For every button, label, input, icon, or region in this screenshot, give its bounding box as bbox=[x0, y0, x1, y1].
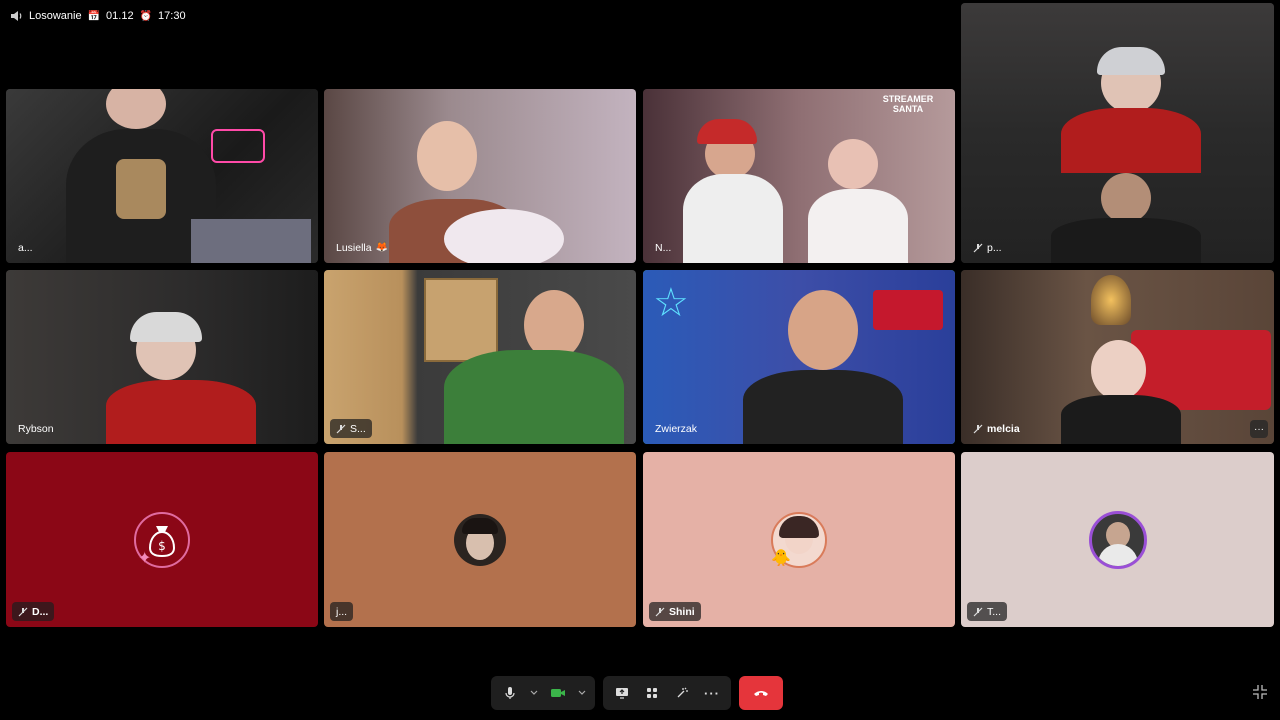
grid-icon bbox=[647, 688, 657, 698]
participant-nametag: melcia bbox=[967, 419, 1026, 438]
video-tile-p[interactable]: p... bbox=[961, 3, 1274, 263]
video-feed bbox=[6, 89, 318, 263]
participant-nametag: T... bbox=[967, 602, 1008, 621]
video-tile-melcia[interactable]: melcia ··· bbox=[961, 270, 1274, 444]
participant-avatar bbox=[454, 513, 506, 566]
participant-name: Rybson bbox=[18, 422, 54, 435]
participant-name: j... bbox=[336, 605, 348, 618]
video-tile-n[interactable]: STREAMER SANTA N... bbox=[643, 89, 955, 263]
chevron-down-icon bbox=[578, 690, 586, 695]
sparkle-icon: ✦ bbox=[138, 550, 152, 567]
microphone-options-chevron[interactable] bbox=[527, 680, 541, 706]
participant-nametag: a... bbox=[12, 238, 39, 257]
muted-mic-icon bbox=[655, 607, 665, 617]
camera-options-chevron[interactable] bbox=[575, 680, 589, 706]
video-tile-lusiella[interactable]: Lusiella 🦊 bbox=[324, 89, 636, 263]
participant-name: Lusiella bbox=[336, 241, 372, 254]
participant-name: Shini bbox=[669, 605, 695, 618]
svg-text:$: $ bbox=[158, 539, 166, 553]
participant-nametag: D... bbox=[12, 602, 55, 621]
participant-avatar bbox=[1088, 510, 1147, 569]
participant-name: Zwierzak bbox=[655, 422, 698, 435]
share-screen-button[interactable] bbox=[609, 680, 635, 706]
phone-hangup-icon bbox=[754, 691, 768, 696]
audio-video-group bbox=[491, 676, 595, 710]
calendar-emoji: 📅 bbox=[87, 10, 101, 22]
participant-nametag: Lusiella 🦊 bbox=[330, 238, 394, 257]
effects-icon bbox=[677, 687, 688, 698]
participant-nametag: Zwierzak bbox=[649, 419, 703, 438]
exit-fullscreen-icon bbox=[1253, 685, 1267, 699]
actions-group: ··· bbox=[603, 676, 731, 710]
video-feed bbox=[961, 3, 1274, 263]
participant-name: a... bbox=[18, 241, 33, 254]
video-tile-s[interactable]: S... bbox=[324, 270, 636, 444]
muted-mic-icon bbox=[336, 424, 346, 434]
participant-name: D... bbox=[32, 605, 49, 618]
camera-button[interactable] bbox=[545, 680, 571, 706]
grid-layout-button[interactable] bbox=[639, 680, 665, 706]
video-tile-rybson[interactable]: Rybson bbox=[6, 270, 318, 444]
participant-nametag: S... bbox=[330, 419, 372, 438]
end-call-button[interactable] bbox=[739, 676, 783, 710]
event-time: 17:30 bbox=[158, 10, 186, 22]
channel-title: Losowanie bbox=[29, 10, 82, 22]
video-tile-zwierzak[interactable]: ☆ Zwierzak bbox=[643, 270, 955, 444]
exit-fullscreen-button[interactable] bbox=[1252, 684, 1268, 700]
video-feed bbox=[324, 89, 636, 263]
chick-icon: 🐥 bbox=[771, 550, 791, 567]
video-tile-a[interactable]: a... bbox=[6, 89, 318, 263]
participant-nametag: Rybson bbox=[12, 419, 60, 438]
chevron-down-icon bbox=[530, 690, 538, 695]
avatar-tile-j[interactable]: j... bbox=[324, 452, 636, 627]
streamer-santa-overlay: STREAMER SANTA bbox=[882, 94, 934, 114]
participant-name: p... bbox=[987, 241, 1002, 254]
participant-nametag: p... bbox=[967, 238, 1008, 257]
speaker-icon[interactable] bbox=[10, 10, 23, 22]
microphone-button[interactable] bbox=[497, 680, 523, 706]
participant-name: S... bbox=[350, 422, 366, 435]
video-feed: ☆ bbox=[643, 270, 955, 444]
muted-mic-icon bbox=[18, 607, 28, 617]
share-screen-icon bbox=[616, 688, 628, 699]
tile-more-button[interactable]: ··· bbox=[1250, 420, 1268, 438]
avatar-tile-d[interactable]: $ ✦ D... bbox=[6, 452, 318, 627]
participant-name: melcia bbox=[987, 422, 1020, 435]
muted-mic-icon bbox=[973, 243, 983, 253]
avatar-tile-shini[interactable]: 🐥 Shini bbox=[643, 452, 955, 627]
microphone-icon bbox=[505, 687, 515, 699]
event-date: 01.12 bbox=[106, 10, 134, 22]
fox-emoji: 🦊 bbox=[375, 242, 389, 253]
participant-name: T... bbox=[987, 605, 1002, 618]
video-feed bbox=[6, 270, 318, 444]
video-feed: STREAMER SANTA bbox=[643, 89, 955, 263]
participant-nametag: N... bbox=[649, 238, 677, 257]
participant-name: N... bbox=[655, 241, 672, 254]
effects-button[interactable] bbox=[669, 680, 695, 706]
avatar-tile-t[interactable]: T... bbox=[961, 452, 1274, 627]
channel-header: Losowanie 📅 01.12 ⏰ 17:30 bbox=[10, 8, 186, 24]
video-feed bbox=[961, 270, 1274, 444]
more-options-button[interactable]: ··· bbox=[699, 680, 725, 706]
call-controls: ··· bbox=[491, 676, 783, 710]
participant-nametag: j... bbox=[330, 602, 354, 621]
muted-mic-icon bbox=[973, 424, 983, 434]
camera-icon bbox=[551, 689, 565, 697]
alarm-clock-emoji: ⏰ bbox=[139, 10, 153, 22]
participant-nametag: Shini bbox=[649, 602, 701, 621]
muted-mic-icon bbox=[973, 607, 983, 617]
video-feed bbox=[324, 270, 636, 444]
